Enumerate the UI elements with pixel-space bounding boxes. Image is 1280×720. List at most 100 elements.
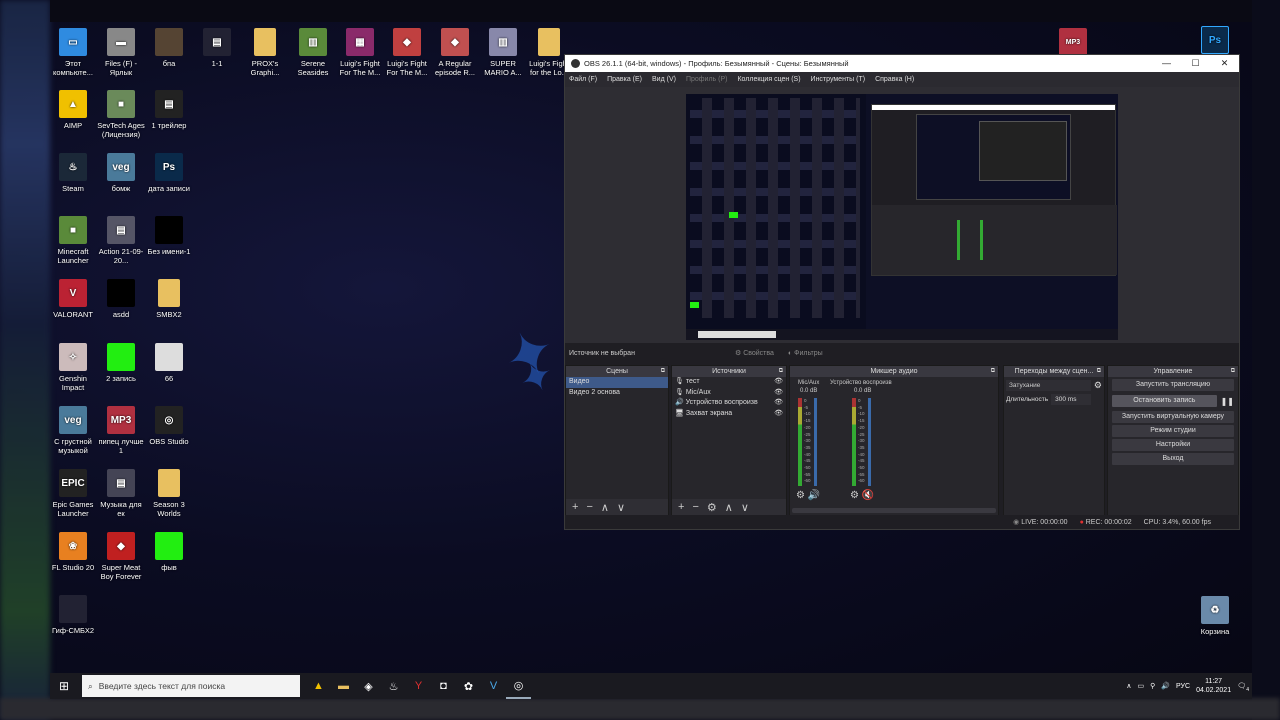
desktop-shortcut[interactable]: ◆ A Regular episode R...	[430, 28, 480, 77]
menu-view[interactable]: Вид (V)	[652, 76, 676, 83]
desktop-shortcut[interactable]: Без имени-1	[144, 216, 194, 256]
visibility-icon[interactable]: 👁	[774, 409, 786, 420]
gear-icon[interactable]: ⚙	[796, 490, 805, 501]
studio-mode-button[interactable]: Режим студии	[1112, 425, 1234, 437]
remove-icon[interactable]: −	[586, 501, 592, 513]
move-down-icon[interactable]: ∨	[741, 501, 749, 514]
file-explorer-icon[interactable]: ▬	[331, 673, 356, 699]
filters-button[interactable]: ◐ Фильтры	[788, 350, 823, 357]
visibility-icon[interactable]: 👁	[774, 377, 786, 388]
desktop-shortcut[interactable]: MP3 пипец лучше 1	[96, 406, 146, 455]
desktop-shortcut[interactable]: ❀ FL Studio 20	[48, 532, 98, 572]
move-up-icon[interactable]: ∧	[725, 501, 733, 514]
desktop-shortcut[interactable]: ▤ Музыка для ек	[96, 469, 146, 518]
stop-recording-button[interactable]: Остановить запись	[1112, 395, 1217, 407]
desktop-shortcut[interactable]: 2 запись	[96, 343, 146, 383]
gear-icon[interactable]: ⚙	[707, 501, 717, 514]
minimize-button[interactable]: —	[1152, 58, 1181, 69]
steam-taskbar-icon[interactable]: ♨	[381, 673, 406, 699]
source-item[interactable]: 🎙 Mic/Aux 👁	[672, 388, 786, 399]
recycle-bin[interactable]: ♻ Корзина	[1190, 596, 1240, 636]
float-icon[interactable]: ⧉	[779, 366, 783, 377]
obs-taskbar-icon[interactable]: ◎	[506, 673, 531, 699]
add-icon[interactable]: +	[572, 501, 578, 513]
speaker-icon[interactable]: 🔊	[808, 490, 820, 501]
desktop-shortcut[interactable]: ♨ Steam	[48, 153, 98, 193]
visibility-icon[interactable]: 👁	[774, 388, 786, 399]
muted-speaker-icon[interactable]: 🔇	[862, 490, 874, 501]
move-down-icon[interactable]: ∨	[617, 501, 625, 514]
move-up-icon[interactable]: ∧	[601, 501, 609, 514]
desktop-shortcut[interactable]: SMBX2	[144, 279, 194, 319]
taskbar-search[interactable]: ⌕ Введите здесь текст для поиска	[82, 675, 300, 697]
menu-file[interactable]: Файл (F)	[569, 76, 597, 83]
remove-icon[interactable]: −	[692, 501, 698, 513]
menu-scene-collection[interactable]: Коллекция сцен (S)	[737, 76, 800, 83]
transition-type-select[interactable]: Затухание	[1006, 380, 1091, 391]
desktop-shortcut[interactable]: ▤ 1 трейлер	[144, 90, 194, 130]
exit-button[interactable]: Выход	[1112, 453, 1234, 465]
desktop-shortcut[interactable]: ▭ Этот компьюте...	[48, 28, 98, 77]
desktop-shortcut[interactable]: ▥ Serene Seasides	[288, 28, 338, 77]
yandex-browser-icon[interactable]: Y	[406, 673, 431, 699]
close-button[interactable]: ✕	[1210, 58, 1239, 69]
display-icon[interactable]: ▭	[1138, 682, 1145, 690]
settings-button[interactable]: Настройки	[1112, 439, 1234, 451]
language-indicator[interactable]: РУС	[1176, 683, 1190, 690]
desktop-shortcut[interactable]: 66	[144, 343, 194, 383]
source-item[interactable]: 🖥 Захват экрана 👁	[672, 409, 786, 420]
vegas-taskbar-icon[interactable]: V	[481, 673, 506, 699]
pause-icon[interactable]: ❚❚	[1221, 397, 1238, 406]
start-button[interactable]: ⊞	[50, 673, 78, 699]
volume-icon[interactable]: 🔊	[1161, 682, 1170, 690]
desktop-shortcut[interactable]: ▬ Files (F) - Ярлык	[96, 28, 146, 77]
float-icon[interactable]: ⧉	[1097, 366, 1101, 377]
desktop-shortcut[interactable]: ■ SevTech Ages (Лицензия)	[96, 90, 146, 139]
source-item[interactable]: 🔊 Устройство воспроизв 👁	[672, 398, 786, 409]
game-taskbar-icon[interactable]: ◈	[356, 673, 381, 699]
desktop-shortcut[interactable]: Season 3 Worlds	[144, 469, 194, 518]
volume-slider[interactable]	[868, 398, 871, 486]
volume-slider[interactable]	[814, 398, 817, 486]
desktop-shortcut[interactable]: ■ Minecraft Launcher	[48, 216, 98, 265]
menu-help[interactable]: Справка (H)	[875, 76, 914, 83]
scene-item[interactable]: Видео 2 основа	[566, 388, 668, 399]
mixer-scrollbar[interactable]	[792, 508, 996, 513]
menu-edit[interactable]: Правка (E)	[607, 76, 642, 83]
float-icon[interactable]: ⧉	[991, 366, 995, 377]
app-taskbar-icon[interactable]: ◘	[431, 673, 456, 699]
photoshop-desktop-icon[interactable]: Ps	[1190, 26, 1240, 57]
desktop-shortcut[interactable]: ◆ Super Meat Boy Forever	[96, 532, 146, 581]
desktop-shortcut[interactable]: V VALORANT	[48, 279, 98, 319]
clock[interactable]: 11:27 04.02.2021	[1196, 677, 1231, 695]
desktop-shortcut[interactable]: фыв	[144, 532, 194, 572]
desktop-shortcut[interactable]: ◆ Luigi's Fight For The M...	[382, 28, 432, 77]
desktop-shortcut[interactable]: asdd	[96, 279, 146, 319]
desktop-shortcut[interactable]: EPIC Epic Games Launcher	[48, 469, 98, 518]
source-item[interactable]: 🎙 тест 👁	[672, 377, 786, 388]
desktop-shortcut[interactable]: ▤ Action 21-09-20...	[96, 216, 146, 265]
desktop-shortcut[interactable]: бпа	[144, 28, 194, 68]
maximize-button[interactable]: ☐	[1181, 58, 1210, 69]
desktop-shortcut[interactable]: veg бомж	[96, 153, 146, 193]
desktop-shortcut[interactable]: ▤ 1-1	[192, 28, 242, 68]
visibility-icon[interactable]: 👁	[774, 398, 786, 409]
desktop-shortcut[interactable]: ▦ Luigi's Fight For The M...	[335, 28, 385, 77]
desktop-shortcut[interactable]: ✧ Genshin Impact	[48, 343, 98, 392]
duration-input[interactable]: 300 ms	[1051, 394, 1092, 405]
desktop-shortcut[interactable]: ▥ SUPER MARIO A...	[478, 28, 528, 77]
float-icon[interactable]: ⧉	[661, 366, 665, 377]
desktop-shortcut[interactable]: Гиф-СМБХ2	[48, 595, 98, 635]
obs-preview-area[interactable]	[565, 87, 1239, 343]
genshin-taskbar-icon[interactable]: ✿	[456, 673, 481, 699]
start-virtual-camera-button[interactable]: Запустить виртуальную камеру	[1112, 411, 1234, 423]
chevron-up-icon[interactable]: ∧	[1126, 682, 1131, 690]
notifications-icon[interactable]: 🗨 4	[1237, 682, 1249, 693]
desktop-shortcut[interactable]: PROX's Graphi...	[240, 28, 290, 77]
desktop-shortcut[interactable]: ▲ AIMP	[48, 90, 98, 130]
network-icon[interactable]: ⚲	[1150, 682, 1155, 690]
desktop-shortcut[interactable]: Ps дата записи	[144, 153, 194, 193]
desktop-shortcut[interactable]: veg С грустной музыкой	[48, 406, 98, 455]
menu-profile[interactable]: Профиль (P)	[686, 76, 728, 83]
scene-item[interactable]: Видео	[566, 377, 668, 388]
